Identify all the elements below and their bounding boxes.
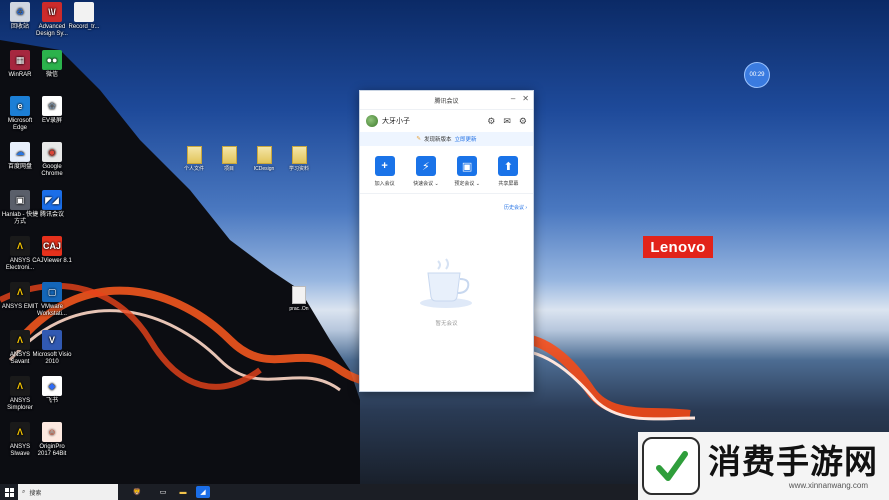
checkmark-logo-icon <box>642 437 700 495</box>
folder-icon[interactable]: 个人文件 <box>178 146 210 172</box>
user-name[interactable]: 大牙小子 <box>382 116 410 126</box>
app-icon: \\/ <box>42 2 62 22</box>
update-notice-text: 发现新版本 <box>424 137 452 143</box>
share-screen-button[interactable]: ⬆ 共享屏幕 <box>489 156 527 187</box>
action-label: 共享屏幕 <box>498 181 519 187</box>
app-icon: ●● <box>42 50 62 70</box>
app-icon: ▣ <box>10 190 30 210</box>
folder-label: 学习资料 <box>288 166 309 172</box>
app-icon: ✿ <box>42 96 62 116</box>
action-label: 快速会议 ⌄ <box>413 181 439 187</box>
desktop-shortcut[interactable]: ◤◢ 腾讯会议 <box>32 190 72 219</box>
folder-icon[interactable]: ICDesign <box>248 146 280 172</box>
desktop-shortcut[interactable]: ◉ Google Chrome <box>32 142 72 178</box>
action-label: 加入会议 <box>374 181 395 187</box>
task-view-icon[interactable]: ▭ <box>156 486 170 498</box>
window-titlebar[interactable]: 腾讯会议 – ✕ <box>360 91 533 110</box>
calendar-icon: ▣ <box>457 156 478 176</box>
update-notice: ✎ 发现新版本 立即更新 <box>360 132 533 146</box>
shortcut-label: EV录屏 <box>41 118 62 124</box>
watermark-url: www.xinnanwang.com <box>788 480 868 490</box>
app-icon: ♻ <box>10 2 30 22</box>
folder-label: ICDesign <box>253 166 275 172</box>
shortcut-label: Record_tr... <box>68 24 100 30</box>
desktop-shortcut[interactable]: ●● 微信 <box>32 50 72 79</box>
app-icon: ◤◢ <box>42 190 62 210</box>
settings-icon[interactable]: ⚙ <box>519 116 527 127</box>
shortcut-label: 飞书 <box>45 398 58 404</box>
minimize-button[interactable]: – <box>511 94 515 103</box>
shortcut-label: OriginPro 2017 64Bit <box>37 444 67 457</box>
schedule-meeting-button[interactable]: ▣ 预定会议 ⌄ <box>448 156 486 187</box>
meeting-actions: + 加入会议 ⚡ 快速会议 ⌄ ▣ 预定会议 ⌄ ⬆ 共享屏幕 <box>360 146 533 194</box>
lenovo-logo: Lenovo <box>643 236 713 258</box>
app-icon: ◉ <box>42 142 62 162</box>
app-icon: ▢ <box>42 282 62 302</box>
desktop-shortcut[interactable]: Record_tr... <box>64 2 104 31</box>
desktop: Lenovo 00:29 ♻ 回收站 \\/Advanced Design Sy..… <box>0 0 889 500</box>
watermark-title: 消费手游网 <box>708 441 878 481</box>
desktop-shortcut[interactable]: ✿ EV录屏 <box>32 96 72 125</box>
app-icon: e <box>10 96 30 116</box>
app-icon: ☺ <box>42 422 62 442</box>
app-icon: Λ <box>10 236 30 256</box>
plus-icon: + <box>374 156 395 176</box>
app-icon: Λ <box>10 282 30 302</box>
window-title: 腾讯会议 <box>434 98 459 105</box>
desktop-shortcut[interactable]: V Microsoft Visio 2010 <box>32 330 72 366</box>
empty-state-text: 暂无会议 <box>435 321 458 327</box>
desktop-shortcut[interactable]: ▢ VMware Workstati... <box>32 282 72 318</box>
history-meetings-link[interactable]: 历史会议 › <box>360 194 533 211</box>
megaphone-icon: ✎ <box>416 136 422 142</box>
app-icon <box>74 2 94 22</box>
app-icon: ☁ <box>10 142 30 162</box>
folder-label: 个人文件 <box>183 166 204 172</box>
search-icon: ⌕ <box>22 488 26 495</box>
folder-icon[interactable]: 项目 <box>213 146 245 172</box>
app-icon: CAJ <box>42 236 62 256</box>
document-icon[interactable]: prac..On <box>284 286 314 312</box>
update-now-link[interactable]: 立即更新 <box>455 135 477 143</box>
avatar[interactable] <box>366 115 378 127</box>
lightning-icon: ⚡ <box>415 156 436 176</box>
close-button[interactable]: ✕ <box>522 94 529 103</box>
join-meeting-button[interactable]: + 加入会议 <box>366 156 404 187</box>
file-explorer-icon[interactable]: ▬ <box>176 486 190 498</box>
search-placeholder: 搜索 <box>29 490 42 497</box>
shortcut-label: VMware Workstati... <box>37 304 67 317</box>
desktop-shortcut[interactable]: ☺ OriginPro 2017 64Bit <box>32 422 72 458</box>
shortcut-label: CAJViewer 8.1 <box>32 258 72 264</box>
shortcut-label: Google Chrome <box>41 164 63 177</box>
folder-icon[interactable]: 学习资料 <box>283 146 315 172</box>
message-icon[interactable]: ✉ <box>503 116 511 127</box>
cortana-animal-icon[interactable]: 🦁 <box>124 486 150 498</box>
app-icon: Λ <box>10 376 30 396</box>
app-icon: ▦ <box>10 50 30 70</box>
folder-label: 项目 <box>223 166 234 172</box>
site-watermark: 消费手游网 www.xinnanwang.com <box>638 432 889 500</box>
gear-icon[interactable]: ⚙ <box>487 116 495 127</box>
quick-meeting-button[interactable]: ⚡ 快速会议 ⌄ <box>407 156 445 187</box>
desktop-shortcut[interactable]: ◆ 飞书 <box>32 376 72 405</box>
shortcut-label: 微信 <box>45 72 58 78</box>
start-button[interactable] <box>0 484 18 500</box>
tencent-meeting-window: 腾讯会议 – ✕ 大牙小子 ⚙ ✉ ⚙ ✎ 发现新版本 立即更新 + 加入会议 <box>359 90 534 392</box>
windows-icon <box>4 487 14 497</box>
desktop-shortcut[interactable]: CAJ CAJViewer 8.1 <box>32 236 72 265</box>
document-label: prac..On <box>289 306 309 312</box>
app-icon: V <box>42 330 62 350</box>
app-icon: Λ <box>10 422 30 442</box>
app-icon: Λ <box>10 330 30 350</box>
empty-cup-illustration <box>420 258 472 308</box>
app-icon: ◆ <box>42 376 62 396</box>
taskbar-search[interactable]: ⌕ 搜索 <box>18 484 118 500</box>
shortcut-label: 腾讯会议 <box>39 212 64 218</box>
floating-clock-bubble[interactable]: 00:29 <box>744 62 770 88</box>
tencent-meeting-taskbar-icon[interactable]: ◢ <box>196 486 210 498</box>
share-icon: ⬆ <box>498 156 519 176</box>
user-bar: 大牙小子 ⚙ ✉ ⚙ <box>360 110 533 132</box>
action-label: 预定会议 ⌄ <box>454 181 480 187</box>
shortcut-label: Microsoft Visio 2010 <box>32 352 72 365</box>
